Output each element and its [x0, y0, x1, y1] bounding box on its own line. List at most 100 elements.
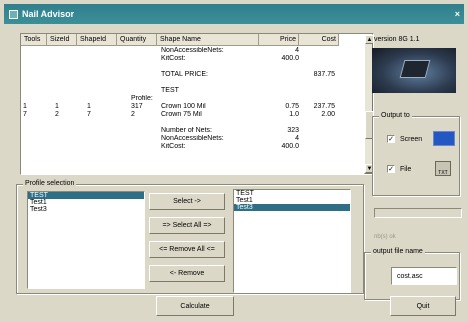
table-cell: KitCost: [161, 143, 186, 150]
table-cell [21, 119, 47, 127]
output-file-input[interactable]: cost.asc [391, 267, 457, 285]
table-cell: TOTAL PRICE: [161, 71, 208, 78]
table-cell [77, 95, 117, 103]
results-body: NonAccessibleNets: 4 KitCost: 400.0 TOTAL PR… [21, 47, 365, 151]
table-cell [117, 63, 157, 71]
table-cell [77, 143, 117, 151]
list-item[interactable]: Test1 [28, 199, 144, 206]
table-cell: 0.75 [285, 103, 299, 110]
table-cell [117, 71, 157, 79]
table-cell [117, 47, 157, 55]
table-cell [259, 119, 299, 127]
output-file-label: output file name [371, 248, 425, 255]
table-cell [157, 63, 259, 71]
main-window: Tools SizeId ShapeId Quantity Shape Name… [4, 24, 464, 318]
list-item[interactable]: Test3 [28, 206, 144, 213]
table-cell [259, 87, 299, 95]
table-cell [77, 63, 117, 71]
table-cell [77, 55, 117, 63]
table-cell: 317 [131, 103, 143, 110]
output-file-group: output file name cost.asc [364, 248, 460, 300]
table-cell: 1.0 [289, 111, 299, 118]
table-cell: 2 [131, 111, 135, 118]
table-cell [47, 63, 77, 71]
quit-button[interactable]: Quit [390, 296, 456, 316]
column-header-sizeid[interactable]: SizeId [47, 34, 77, 46]
table-cell: 4 [295, 135, 299, 142]
app-icon [9, 9, 18, 19]
table-cell [77, 87, 117, 95]
table-row[interactable]: 7 2 7 2 Crown 75 Mil 1.0 2.00 [21, 111, 365, 119]
table-cell [47, 79, 77, 87]
table-cell: Number of Nets: [161, 127, 212, 134]
list-item[interactable]: Test3 [234, 204, 350, 211]
select-button[interactable]: Select -> [149, 193, 225, 210]
table-cell [21, 55, 47, 63]
calculate-button[interactable]: Calculate [156, 296, 234, 316]
table-cell [157, 79, 259, 87]
table-row[interactable]: 1 1 1 317 Crown 100 Mil 0.75 237.75 [21, 103, 365, 111]
available-profiles-list[interactable]: TEST Test1 Test3 [27, 191, 145, 289]
table-row[interactable]: TEST [21, 87, 365, 95]
table-cell [21, 47, 47, 55]
close-icon[interactable]: × [455, 9, 460, 19]
results-table[interactable]: Tools SizeId ShapeId Quantity Shape Name… [20, 33, 374, 175]
table-cell: Crown 75 Mil [161, 111, 202, 118]
table-cell: 400.0 [281, 55, 299, 62]
table-cell [47, 127, 77, 135]
table-cell [299, 95, 339, 103]
table-cell: KitCost: [161, 55, 186, 62]
table-cell [157, 95, 259, 103]
table-cell [47, 55, 77, 63]
list-item[interactable]: Test1 [234, 197, 350, 204]
table-row[interactable]: NonAccessibleNets: 4 [21, 135, 365, 143]
table-cell [259, 63, 299, 71]
list-item[interactable]: TEST [234, 190, 350, 197]
file-checkbox[interactable]: ✓ File [387, 165, 411, 173]
select-all-button[interactable]: => Select All => [149, 217, 225, 234]
table-row[interactable] [21, 63, 365, 71]
screen-check-icon[interactable]: ✓ [387, 135, 395, 143]
column-header-price[interactable]: Price [259, 34, 299, 46]
table-cell [21, 79, 47, 87]
faded-status-text: nb(s) ok [374, 234, 396, 240]
table-cell [299, 127, 339, 135]
column-header-tools[interactable]: Tools [21, 34, 47, 46]
list-item[interactable]: TEST [28, 192, 144, 199]
table-cell [21, 63, 47, 71]
remove-all-button[interactable]: <= Remove All <= [149, 241, 225, 258]
table-cell [299, 55, 339, 63]
table-cell: 4 [295, 47, 299, 54]
table-cell: 237.75 [313, 103, 335, 110]
column-header-quantity[interactable]: Quantity [117, 34, 157, 46]
table-row[interactable] [21, 79, 365, 87]
table-cell [117, 55, 157, 63]
table-row[interactable]: Number of Nets: 323 [21, 127, 365, 135]
scroll-up-icon[interactable]: ▲ [365, 35, 373, 44]
table-row[interactable]: TOTAL PRICE: 837.75 [21, 71, 365, 79]
screen-checkbox[interactable]: ✓ Screen [387, 135, 422, 143]
table-row[interactable]: NonAccessibleNets: 4 [21, 47, 365, 55]
file-check-icon[interactable]: ✓ [387, 165, 395, 173]
table-cell [77, 135, 117, 143]
table-row[interactable]: KitCost: 400.0 [21, 143, 365, 151]
column-header-shapeid[interactable]: ShapeId [77, 34, 117, 46]
output-to-group: Output to ✓ Screen ✓ File TXT [372, 112, 460, 196]
column-header-shape-name[interactable]: Shape Name [157, 34, 259, 46]
table-cell: 1 [87, 103, 91, 110]
title-bar: Nail Advisor × [4, 4, 464, 24]
column-header-cost[interactable]: Cost [299, 34, 339, 46]
chip-image [372, 48, 456, 93]
selected-profiles-list[interactable]: TEST Test1 Test3 [233, 189, 351, 293]
table-cell [299, 143, 339, 151]
table-cell [21, 135, 47, 143]
table-cell [299, 135, 339, 143]
remove-button[interactable]: <- Remove [149, 265, 225, 282]
table-cell: 2.00 [321, 111, 335, 118]
screen-label: Screen [400, 135, 423, 143]
table-row[interactable] [21, 119, 365, 127]
table-row[interactable]: KitCost: 400.0 [21, 55, 365, 63]
table-row[interactable]: Profile: [21, 95, 365, 103]
table-cell [47, 47, 77, 55]
table-cell [117, 143, 157, 151]
